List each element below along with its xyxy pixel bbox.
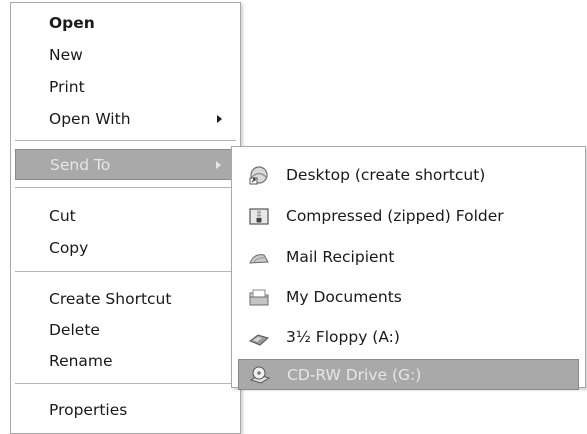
menu-item-create-shortcut[interactable]: Create Shortcut xyxy=(11,283,240,314)
my-documents-icon xyxy=(248,287,270,307)
menu-separator xyxy=(15,140,236,141)
send-to-mail-recipient[interactable]: Mail Recipient xyxy=(238,241,579,272)
menu-item-create-shortcut-label: Create Shortcut xyxy=(49,289,172,308)
menu-item-open-with[interactable]: Open With xyxy=(11,103,240,134)
menu-item-properties[interactable]: Properties xyxy=(11,394,240,425)
cd-drive-icon xyxy=(249,365,271,385)
menu-item-send-to[interactable]: Send To xyxy=(15,149,236,180)
menu-separator xyxy=(15,271,236,272)
send-to-cd-rw-drive[interactable]: CD-RW Drive (G:) xyxy=(238,359,579,390)
menu-item-delete-label: Delete xyxy=(49,320,100,339)
menu-item-open[interactable]: Open xyxy=(11,7,240,38)
send-to-submenu: Desktop (create shortcut) Compressed (zi… xyxy=(231,146,586,390)
menu-item-properties-label: Properties xyxy=(49,400,128,419)
menu-item-copy[interactable]: Copy xyxy=(11,232,240,263)
send-to-my-documents[interactable]: My Documents xyxy=(238,281,579,312)
send-to-desktop-label: Desktop (create shortcut) xyxy=(286,165,486,184)
menu-item-open-label: Open xyxy=(49,13,95,32)
zip-folder-icon xyxy=(248,206,270,226)
mail-icon xyxy=(248,247,270,267)
menu-item-print-label: Print xyxy=(49,77,85,96)
menu-separator xyxy=(15,187,236,188)
floppy-icon xyxy=(248,327,270,347)
menu-item-open-with-label: Open With xyxy=(49,109,131,128)
menu-item-copy-label: Copy xyxy=(49,238,89,257)
send-to-compressed-folder[interactable]: Compressed (zipped) Folder xyxy=(238,200,579,231)
send-to-desktop[interactable]: Desktop (create shortcut) xyxy=(238,159,579,190)
menu-item-delete[interactable]: Delete xyxy=(11,314,240,345)
menu-item-rename[interactable]: Rename xyxy=(11,345,240,376)
menu-item-send-to-label: Send To xyxy=(50,155,111,174)
submenu-arrow-icon xyxy=(217,114,222,123)
context-menu: Open New Print Open With Send To Cut Cop… xyxy=(10,2,241,434)
send-to-my-documents-label: My Documents xyxy=(286,287,402,306)
menu-item-rename-label: Rename xyxy=(49,351,113,370)
menu-item-cut-label: Cut xyxy=(49,206,76,225)
menu-item-new-label: New xyxy=(49,45,83,64)
menu-item-cut[interactable]: Cut xyxy=(11,200,240,231)
menu-item-print[interactable]: Print xyxy=(11,71,240,102)
desktop-icon xyxy=(248,165,270,185)
send-to-mail-recipient-label: Mail Recipient xyxy=(286,247,395,266)
send-to-cd-rw-drive-label: CD-RW Drive (G:) xyxy=(287,365,422,384)
menu-item-new[interactable]: New xyxy=(11,39,240,70)
send-to-compressed-folder-label: Compressed (zipped) Folder xyxy=(286,206,504,225)
send-to-floppy-label: 3½ Floppy (A:) xyxy=(286,327,400,346)
menu-separator xyxy=(15,383,236,384)
send-to-floppy[interactable]: 3½ Floppy (A:) xyxy=(238,321,579,352)
submenu-arrow-icon xyxy=(216,160,221,169)
